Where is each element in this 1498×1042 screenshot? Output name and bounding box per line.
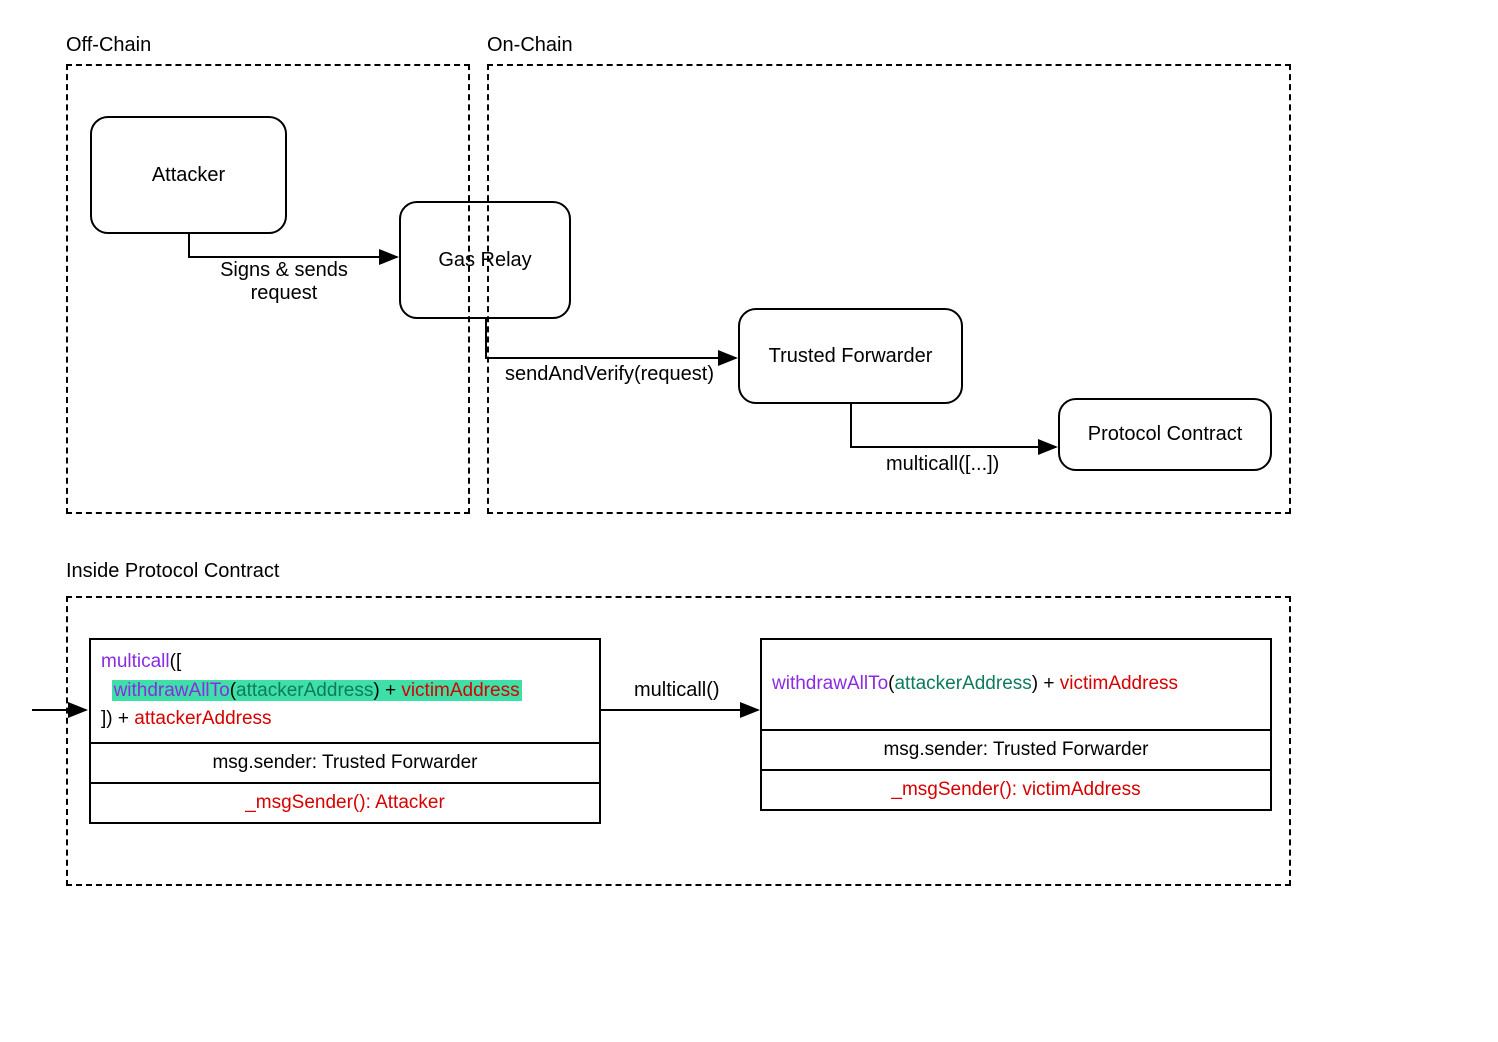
trusted-forwarder-text: Trusted Forwarder [769,345,933,368]
right-row2: msg.sender: Trusted Forwarder [762,731,1270,771]
victim-addr-r: victimAddress [1060,673,1178,694]
left-row2: msg.sender: Trusted Forwarder [91,744,599,784]
left-row3: _msgSender(): Attacker [91,784,599,822]
offchain-label: Off-Chain [66,34,151,57]
right-row3: _msgSender(): victimAddress [762,771,1270,809]
inner-highlight: withdrawAllTo(attackerAddress) + victimA… [112,680,522,701]
bracket-close: ]) + [101,708,134,729]
plus-r: + [1038,673,1060,694]
attacker-addr-r: attackerAddress [894,673,1031,694]
right-table: withdrawAllTo(attackerAddress) + victimA… [760,638,1272,811]
left-row1: multicall([ withdrawAllTo(attackerAddres… [91,640,599,744]
arrow2-label: sendAndVerify(request) [505,363,714,386]
gas-relay-node: Gas Relay [399,201,571,319]
attacker-addr-arg: attackerAddress [236,680,373,701]
onchain-label: On-Chain [487,34,573,57]
left-table: multicall([ withdrawAllTo(attackerAddres… [89,638,601,824]
attacker-addr2: attackerAddress [134,708,271,729]
protocol-contract-text: Protocol Contract [1088,423,1243,446]
right-row1: withdrawAllTo(attackerAddress) + victimA… [762,640,1270,731]
multicall-arrow-label: multicall() [634,679,720,702]
trusted-forwarder-node: Trusted Forwarder [738,308,963,404]
attacker-node: Attacker [90,116,287,234]
gas-relay-text: Gas Relay [438,249,531,272]
inside-protocol-label: Inside Protocol Contract [66,560,279,583]
arrow3-label: multicall([...]) [886,453,999,476]
arrow1-label: Signs & sends request [199,259,369,305]
plus1: + [380,680,402,701]
protocol-contract-node: Protocol Contract [1058,398,1272,471]
withdraw-fn: withdrawAllTo [114,680,230,701]
withdraw-fn-r: withdrawAllTo [772,673,888,694]
victim-addr: victimAddress [401,680,519,701]
multicall-fn: multicall [101,651,170,672]
attacker-text: Attacker [152,164,225,187]
bracket-open: ([ [170,651,182,672]
